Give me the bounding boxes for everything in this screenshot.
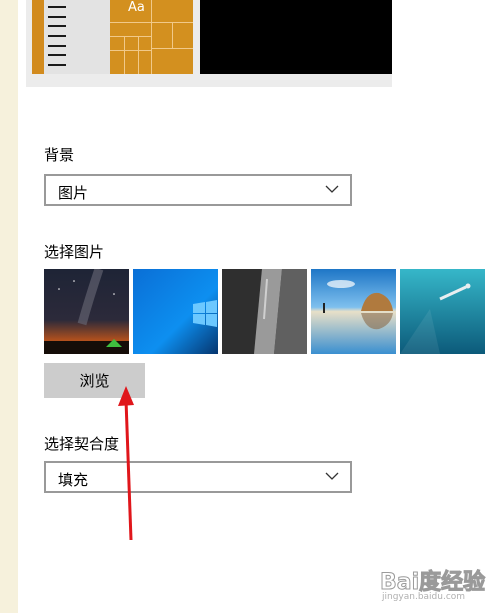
preview-menu-line xyxy=(48,54,66,56)
thumbnail-milky-way[interactable] xyxy=(44,269,129,354)
preview-menu-line xyxy=(48,35,66,37)
baidu-jingyan-watermark: Bai度经验 jingyan.baidu.com xyxy=(376,556,496,611)
watermark-url: jingyan.baidu.com xyxy=(382,592,466,602)
choose-picture-label: 选择图片 xyxy=(44,243,105,261)
chevron-down-icon xyxy=(325,185,339,193)
fit-dropdown-value: 填充 xyxy=(58,471,89,489)
thumbnail-beach-rock[interactable] xyxy=(311,269,396,354)
picture-thumbnails xyxy=(44,269,490,354)
thumbnail-windows-blue[interactable] xyxy=(133,269,218,354)
preview-start-menu xyxy=(32,0,110,74)
preview-tiles: Aa xyxy=(110,0,193,74)
preview-tile-text: Aa xyxy=(128,0,145,15)
background-dropdown[interactable]: 图片 xyxy=(44,174,352,206)
preview-desktop xyxy=(200,0,392,74)
preview-menu-line xyxy=(48,16,66,18)
fit-dropdown[interactable]: 填充 xyxy=(44,461,352,493)
preview-menu-line xyxy=(48,45,66,47)
browse-button[interactable]: 浏览 xyxy=(44,363,145,398)
background-dropdown-value: 图片 xyxy=(58,184,89,202)
preview-accent-strip xyxy=(32,0,44,74)
chevron-down-icon xyxy=(325,472,339,480)
thumbnail-underwater[interactable] xyxy=(400,269,485,354)
thumbnail-granite-cliff[interactable] xyxy=(222,269,307,354)
background-label: 背景 xyxy=(44,146,75,164)
desktop-preview: Aa xyxy=(26,0,392,87)
preview-menu-line xyxy=(48,25,66,27)
choose-fit-label: 选择契合度 xyxy=(44,435,120,453)
preview-menu-line xyxy=(48,64,66,66)
preview-menu-line xyxy=(48,6,66,8)
